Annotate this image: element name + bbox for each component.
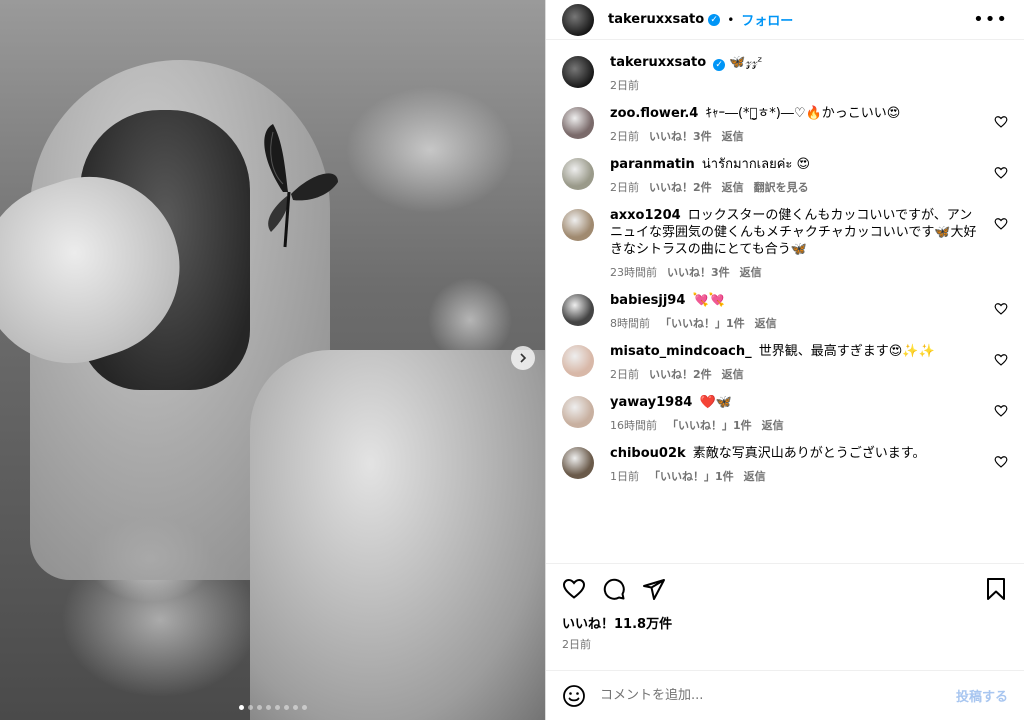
comment-row: babiesjj94 💘💘 8時間前 「いいね！」1件 返信 [562, 280, 1008, 331]
carousel-dot [238, 705, 244, 710]
comment-likes[interactable]: いいね！3件 [649, 128, 712, 144]
post-date: 2日前 [562, 638, 591, 651]
reply-button[interactable]: 返信 [722, 179, 744, 195]
comments-list[interactable]: takeruxxsato ✓ 🦋𝓏𝓏ᶻ 2日前 zoo.flower.4 ｷｬｰ―… [546, 40, 1024, 563]
comment-like-heart-icon[interactable] [994, 166, 1008, 180]
commenter-avatar[interactable] [562, 107, 594, 139]
post-side-panel: takeruxxsato ✓ • フォロー ••• takeruxxsato ✓ … [545, 0, 1024, 720]
comment-time[interactable]: 2日前 [610, 179, 639, 195]
comment-like-heart-icon[interactable] [994, 217, 1008, 231]
carousel-dot [292, 705, 298, 710]
photo-jacket [250, 350, 545, 720]
reply-button[interactable]: 返信 [755, 315, 777, 331]
carousel-dot [301, 705, 307, 710]
comment-text: 素敵な写真沢山ありがとうございます。 [692, 446, 926, 461]
comment-input[interactable] [600, 688, 956, 703]
comment-composer: 投稿する [546, 670, 1024, 720]
post-media[interactable] [0, 0, 545, 720]
carousel-dot [274, 705, 280, 710]
comment-row: paranmatin น่ารักมากเลยค่ะ 😍 2日前 いいね！2件 … [562, 144, 1008, 195]
comment-time[interactable]: 8時間前 [610, 315, 650, 331]
caption-username[interactable]: takeruxxsato [610, 55, 706, 70]
comment-like-heart-icon[interactable] [994, 404, 1008, 418]
caption-row: takeruxxsato ✓ 🦋𝓏𝓏ᶻ 2日前 [562, 40, 1008, 93]
comment-row: zoo.flower.4 ｷｬｰ―(*ㅎ̤̮ㅎ*)―♡🔥かっこいい😍 2日前 い… [562, 93, 1008, 144]
chevron-right-icon [520, 353, 527, 363]
reply-button[interactable]: 返信 [722, 366, 744, 382]
comment-username[interactable]: babiesjj94 [610, 293, 685, 308]
reply-button[interactable]: 返信 [722, 128, 744, 144]
comment-username[interactable]: misato_mindcoach_ [610, 344, 752, 359]
emoji-icon[interactable] [562, 684, 586, 708]
follow-button[interactable]: フォロー [741, 10, 793, 29]
likes-count[interactable]: いいね！11.8万件 [546, 613, 1024, 632]
author-username[interactable]: takeruxxsato [608, 12, 704, 27]
carousel-dot [283, 705, 289, 710]
like-heart-icon[interactable] [562, 577, 586, 601]
reply-button[interactable]: 返信 [762, 417, 784, 433]
carousel-dot [256, 705, 262, 710]
verified-badge-icon: ✓ [708, 13, 721, 26]
comment-text: 世界観、最高すぎます😍✨✨ [758, 344, 935, 359]
carousel-dots [0, 705, 545, 710]
author-avatar[interactable] [562, 3, 594, 36]
translate-link[interactable]: 翻訳を見る [754, 179, 809, 195]
comment-time[interactable]: 23時間前 [610, 264, 657, 280]
comment-time[interactable]: 2日前 [610, 366, 639, 382]
comment-text: 💘💘 [692, 293, 725, 308]
post-comment-button[interactable]: 投稿する [956, 686, 1008, 705]
butterfly-image [264, 124, 338, 248]
comment-username[interactable]: axxo1204 [610, 208, 681, 223]
commenter-avatar[interactable] [562, 158, 594, 190]
commenter-avatar[interactable] [562, 396, 594, 428]
author-avatar[interactable] [562, 56, 594, 88]
comment-row: yaway1984 ❤️🦋 16時間前 「いいね！」1件 返信 [562, 382, 1008, 433]
carousel-dot [265, 705, 271, 710]
comment-text: น่ารักมากเลยค่ะ 😍 [701, 157, 811, 172]
comment-likes[interactable]: いいね！3件 [667, 264, 730, 280]
post-photo [0, 0, 545, 720]
carousel-dot [247, 705, 253, 710]
comment-username[interactable]: chibou02k [610, 446, 686, 461]
commenter-avatar[interactable] [562, 447, 594, 479]
comment-row: chibou02k 素敵な写真沢山ありがとうございます。 1日前 「いいね！」1… [562, 433, 1008, 484]
comment-time[interactable]: 1日前 [610, 468, 639, 484]
comment-likes[interactable]: 「いいね！」1件 [660, 315, 745, 331]
comment-likes[interactable]: 「いいね！」1件 [667, 417, 752, 433]
comment-icon[interactable] [602, 577, 626, 601]
verified-badge-icon: ✓ [713, 59, 726, 71]
bookmark-icon[interactable] [984, 577, 1008, 601]
comment-username[interactable]: paranmatin [610, 157, 695, 172]
next-image-button[interactable] [511, 346, 535, 370]
comment-likes[interactable]: いいね！2件 [649, 366, 712, 382]
comment-like-heart-icon[interactable] [994, 115, 1008, 129]
comment-time[interactable]: 16時間前 [610, 417, 657, 433]
comment-text: ❤️🦋 [699, 395, 732, 410]
comment-username[interactable]: zoo.flower.4 [610, 106, 698, 121]
more-options-icon[interactable]: ••• [973, 9, 1008, 30]
share-icon[interactable] [642, 577, 666, 601]
reply-button[interactable]: 返信 [744, 468, 766, 484]
comment-time[interactable]: 2日前 [610, 128, 639, 144]
comment-likes[interactable]: 「いいね！」1件 [649, 468, 734, 484]
caption-time[interactable]: 2日前 [610, 77, 639, 93]
caption-text: 🦋𝓏𝓏ᶻ [729, 55, 763, 70]
comment-like-heart-icon[interactable] [994, 302, 1008, 316]
comment-like-heart-icon[interactable] [994, 455, 1008, 469]
reply-button[interactable]: 返信 [740, 264, 762, 280]
comment-row: misato_mindcoach_ 世界観、最高すぎます😍✨✨ 2日前 いいね！… [562, 331, 1008, 382]
comment-like-heart-icon[interactable] [994, 353, 1008, 367]
commenter-avatar[interactable] [562, 294, 594, 326]
comment-row: axxo1204 ロックスターの健くんもカッコいいですが、アンニュイな雰囲気の健… [562, 195, 1008, 280]
post-header: takeruxxsato ✓ • フォロー ••• [546, 0, 1024, 40]
commenter-avatar[interactable] [562, 345, 594, 377]
comment-text: ｷｬｰ―(*ㅎ̤̮ㅎ*)―♡🔥かっこいい😍 [705, 106, 901, 121]
action-bar [546, 563, 1024, 613]
commenter-avatar[interactable] [562, 209, 594, 241]
comment-username[interactable]: yaway1984 [610, 395, 692, 410]
separator-dot: • [727, 12, 735, 27]
comment-likes[interactable]: いいね！2件 [649, 179, 712, 195]
